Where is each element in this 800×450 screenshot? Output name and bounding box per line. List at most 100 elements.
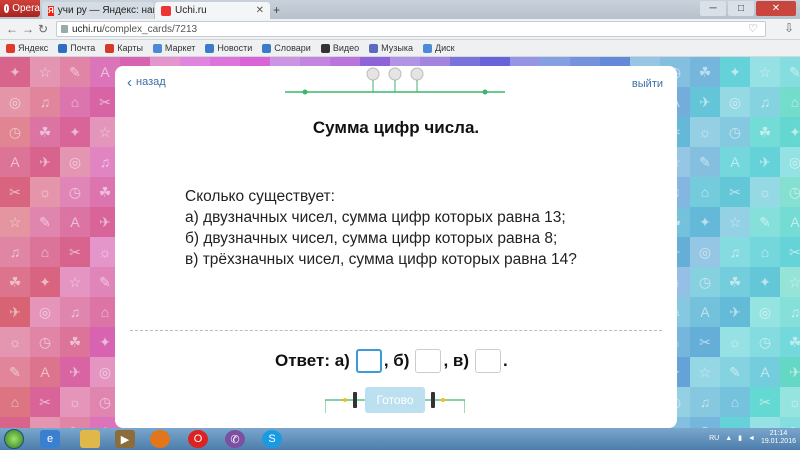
back-link[interactable]: ‹ назад <box>127 75 166 90</box>
progress-garland <box>285 67 505 95</box>
background-tile: ⌂ <box>720 387 750 417</box>
background-tile: ☼ <box>780 387 800 417</box>
garland-dot <box>441 398 445 402</box>
background-tile: ✎ <box>690 147 720 177</box>
answer-a-input[interactable] <box>355 349 382 373</box>
minimize-icon[interactable]: ─ <box>700 1 726 16</box>
system-tray: RU ▲ ▮ ◄ 21:14 19.01.2016 <box>709 430 796 446</box>
answer-c-input[interactable] <box>475 349 502 373</box>
background-tile: ☼ <box>750 177 780 207</box>
background-tile: ◷ <box>690 267 720 297</box>
background-tile: ✎ <box>750 207 780 237</box>
bookmark-item[interactable]: Диск <box>422 43 455 53</box>
question-line: Сколько существует: <box>185 188 335 205</box>
bookmark-item[interactable]: Видео <box>320 43 359 53</box>
bookmark-item[interactable]: Музыка <box>369 43 413 53</box>
background-tile: ✦ <box>780 117 800 147</box>
opera-icon[interactable]: O <box>188 430 208 448</box>
opera-menu-button[interactable]: Opera <box>0 0 40 17</box>
page-icon <box>61 25 68 33</box>
bookmark-item[interactable]: Новости <box>205 43 252 53</box>
windows-taskbar: e ▶ O ✆ S RU ▲ ▮ ◄ 21:14 19.01.2016 <box>0 428 800 450</box>
close-tab-icon[interactable]: ✕ <box>256 5 264 16</box>
windows-start-icon[interactable] <box>4 429 24 449</box>
background-tile: ⌂ <box>750 237 780 267</box>
background-tile: ☆ <box>750 57 780 87</box>
bookmark-item[interactable]: Маркет <box>152 43 195 53</box>
question-line: в) трёхзначных чисел, сумма цифр которых… <box>185 251 577 268</box>
background-tile: ☘ <box>780 327 800 357</box>
answer-c-label: , в) <box>443 351 470 370</box>
skype-icon[interactable]: S <box>262 430 282 448</box>
background-tile: ✈ <box>720 297 750 327</box>
ie-icon[interactable]: e <box>40 430 60 448</box>
background-tile: ✦ <box>30 267 60 297</box>
background-tile: ♫ <box>0 237 30 267</box>
bookmark-item[interactable]: Почта <box>58 43 95 53</box>
bookmark-item[interactable]: Карты <box>105 43 143 53</box>
background-tile: ✎ <box>780 417 800 428</box>
background-tile: ☆ <box>750 417 780 428</box>
network-icon[interactable]: ▮ <box>738 434 742 442</box>
reload-icon[interactable]: ↻ <box>38 22 48 36</box>
background-tile: ✦ <box>720 57 750 87</box>
url-input[interactable]: uchi.ru/complex_cards/7213 <box>56 21 766 37</box>
bookmark-item[interactable]: Словари <box>262 43 311 53</box>
back-arrow-icon[interactable]: ← <box>6 22 18 36</box>
background-tile: A <box>690 297 720 327</box>
window-close-icon[interactable]: ✕ <box>756 1 796 16</box>
question-line: б) двузначных чисел, сумма цифр которых … <box>185 230 558 247</box>
page-content: ✦☆✎A✈◎♫⌂✂☼◷☘✦☆✎A✈◎♫⌂✂☼◷☘✦☆✎◎♫⌂✂☼◷☘✦☆✎A✈◎… <box>0 57 800 428</box>
window-controls: ─ □ ✕ <box>700 1 796 16</box>
background-tile: ✎ <box>60 417 90 428</box>
clock[interactable]: 21:14 19.01.2016 <box>761 430 796 446</box>
download-icon[interactable]: ⇩ <box>784 21 794 35</box>
new-tab-button[interactable]: + <box>273 3 280 17</box>
address-bar: ← → ↻ uchi.ru/complex_cards/7213 ♡ ⇩ <box>0 19 800 40</box>
bookmark-item[interactable]: Яндекс <box>6 43 48 53</box>
background-tile: ✂ <box>30 387 60 417</box>
background-tile: ✦ <box>0 57 30 87</box>
clock-date: 19.01.2016 <box>760 438 796 445</box>
background-tile: ☘ <box>690 417 720 428</box>
background-tile: ♫ <box>690 387 720 417</box>
viber-icon[interactable]: ✆ <box>225 430 245 448</box>
tab-yandex-search[interactable]: Я учи ру — Яндекс: нашло ✕ <box>42 2 154 19</box>
garland-dot <box>343 398 347 402</box>
news-icon <box>205 43 215 53</box>
background-tile: ☘ <box>720 267 750 297</box>
yandex-favicon-icon: Я <box>48 5 54 16</box>
answer-b-input[interactable] <box>415 349 442 373</box>
forward-arrow-icon[interactable]: → <box>22 22 34 36</box>
firefox-icon[interactable] <box>150 430 170 448</box>
background-tile: ☆ <box>780 267 800 297</box>
tab-title: Uchi.ru <box>175 5 207 16</box>
video-icon <box>320 43 330 53</box>
background-tile: A <box>30 357 60 387</box>
maximize-icon[interactable]: □ <box>728 1 754 16</box>
background-tile: ⌂ <box>60 87 90 117</box>
heart-icon[interactable]: ♡ <box>748 22 758 35</box>
background-tile: ✦ <box>720 417 750 428</box>
media-player-icon[interactable]: ▶ <box>115 430 135 448</box>
tab-uchi[interactable]: Uchi.ru ✕ <box>155 2 270 19</box>
folder-icon[interactable] <box>80 430 100 448</box>
cart-icon <box>152 43 162 53</box>
background-tile: ✎ <box>30 207 60 237</box>
answer-b-label: , б) <box>383 351 410 370</box>
background-tile: ⌂ <box>780 87 800 117</box>
bulb-icon <box>366 67 380 81</box>
background-tile: ⌂ <box>30 237 60 267</box>
language-indicator[interactable]: RU <box>709 435 719 442</box>
background-tile: ◎ <box>780 147 800 177</box>
book-icon <box>262 43 272 53</box>
exit-link[interactable]: выйти <box>632 78 663 90</box>
volume-icon[interactable]: ◄ <box>748 435 755 442</box>
background-tile: ☘ <box>30 117 60 147</box>
background-tile: ♫ <box>780 297 800 327</box>
answer-end-dot: . <box>503 351 508 370</box>
submit-button[interactable]: Готово <box>365 387 425 413</box>
bookmark-label: Музыка <box>381 43 413 53</box>
tray-arrow-icon[interactable]: ▲ <box>725 435 732 442</box>
background-tile: ✈ <box>750 147 780 177</box>
